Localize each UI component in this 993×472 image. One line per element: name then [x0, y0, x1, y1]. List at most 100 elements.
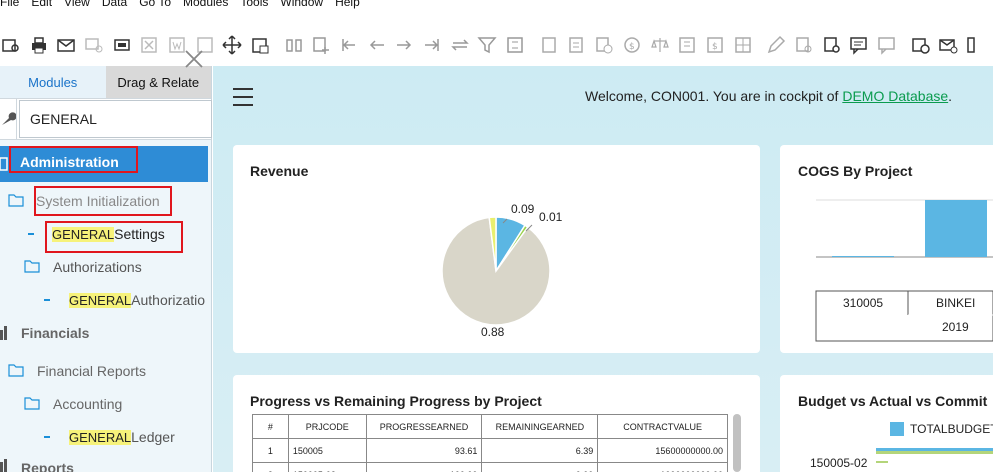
payment-means-icon[interactable]: $	[621, 34, 643, 56]
legend-label: TOTALBUDGET	[910, 422, 993, 436]
help-icon[interactable]	[965, 34, 987, 56]
financials-icon	[0, 324, 10, 343]
activity-icon[interactable]	[910, 34, 932, 56]
wrench-icon[interactable]	[0, 98, 17, 140]
menu-modules[interactable]: Modules	[183, 0, 236, 9]
balance-icon[interactable]	[649, 34, 671, 56]
layout-icon[interactable]	[732, 34, 754, 56]
first-record-icon[interactable]	[338, 34, 360, 56]
folder-icon	[24, 259, 40, 276]
journal-icon[interactable]	[676, 34, 698, 56]
refresh-icon[interactable]	[449, 34, 471, 56]
messages-icon[interactable]	[848, 34, 870, 56]
folder-icon	[8, 363, 24, 380]
gross-profit-icon[interactable]: $	[704, 34, 726, 56]
target-document-icon[interactable]	[566, 34, 588, 56]
base-document-icon[interactable]	[538, 34, 560, 56]
column-header-progressearned[interactable]: PROGRESSEARNED	[365, 414, 483, 439]
tree-item-financial-reports[interactable]: Financial Reports	[8, 358, 146, 384]
revenue-pie-chart: 0.09 0.01 0.88	[441, 202, 563, 339]
move-icon[interactable]	[222, 34, 244, 56]
table-row[interactable]: 2 150005-02 100.00 0.00 1000000000.00	[252, 462, 728, 472]
database-link[interactable]: DEMO Database	[842, 88, 948, 104]
column-header-contractvalue[interactable]: CONTRACTVALUE	[597, 414, 728, 439]
menu-view[interactable]: View	[64, 0, 98, 9]
tree-label-financial-reports: Financial Reports	[37, 363, 146, 379]
edit-icon[interactable]	[765, 34, 787, 56]
menu-tools[interactable]: Tools	[240, 0, 276, 9]
tree-item-accounting[interactable]: Accounting	[24, 391, 122, 417]
table-header-row: # PRJCODE PROGRESSEARNED REMAININGEARNED…	[252, 414, 728, 439]
tree-label-reports: Reports	[21, 460, 74, 472]
category-label: 310005	[843, 296, 883, 310]
column-header-remainingearned[interactable]: REMAININGEARNED	[481, 414, 599, 439]
column-header-index[interactable]: #	[252, 414, 289, 439]
tree-item-financials[interactable]: Financials	[0, 320, 89, 346]
tab-modules[interactable]: Modules	[0, 66, 106, 98]
tree-label-general-authorizations-highlight: GENERAL	[69, 292, 132, 308]
dash-icon	[44, 299, 50, 301]
table-scrollbar[interactable]	[733, 414, 741, 472]
menu-data[interactable]: Data	[102, 0, 135, 9]
menu-edit[interactable]: Edit	[31, 0, 60, 9]
tree-label-general-authorizations: Authorizatio	[131, 292, 206, 308]
email-icon[interactable]	[55, 34, 77, 56]
group-label: 2019	[942, 320, 969, 334]
column-header-prjcode[interactable]: PRJCODE	[287, 414, 367, 439]
progress-table-wrapper: # PRJCODE PROGRESSEARNED REMAININGEARNED…	[252, 414, 728, 472]
alerts-icon[interactable]	[876, 34, 898, 56]
bar-310005[interactable]	[832, 256, 894, 257]
welcome-suffix: .	[948, 88, 953, 104]
menu-goto[interactable]: Go To	[139, 0, 179, 9]
table-cell: 0.00	[481, 462, 599, 472]
progress-table: # PRJCODE PROGRESSEARNED REMAININGEARNED…	[252, 414, 728, 472]
pie-data-label: 0.01	[539, 210, 563, 224]
form-settings-icon[interactable]	[821, 34, 843, 56]
sort-icon[interactable]	[504, 34, 526, 56]
settings-form-icon[interactable]	[793, 34, 815, 56]
excel-icon	[138, 34, 160, 56]
category-label: BINKEI	[936, 296, 975, 310]
module-search-input[interactable]	[19, 100, 212, 138]
tree-item-authorizations[interactable]: Authorizations	[24, 254, 142, 280]
tab-drag-relate[interactable]: Drag & Relate	[105, 66, 211, 98]
table-row[interactable]: 1 150005 93.61 6.39 15600000000.00	[252, 438, 728, 463]
sms-icon	[83, 34, 105, 56]
folder-icon	[8, 193, 24, 210]
last-record-icon[interactable]	[421, 34, 443, 56]
inbox-icon[interactable]	[937, 34, 959, 56]
close-icon[interactable]	[184, 49, 204, 69]
tree-label-accounting: Accounting	[53, 396, 123, 412]
table-cell: 1000000000.00	[597, 462, 728, 472]
table-cell: 15600000000.00	[597, 438, 728, 463]
highlight-box-system-initialization	[34, 186, 172, 216]
pie-data-label: 0.88	[481, 325, 505, 339]
lock-form-icon[interactable]	[249, 34, 271, 56]
previous-record-icon[interactable]	[366, 34, 388, 56]
welcome-message: Welcome, CON001. You are in cockpit of D…	[585, 88, 952, 104]
menu-file[interactable]: File	[0, 0, 27, 9]
print-preview-icon[interactable]	[0, 34, 22, 56]
actual-bar	[876, 451, 993, 454]
print-icon[interactable]	[28, 34, 50, 56]
fax-icon[interactable]	[111, 34, 133, 56]
menu-help[interactable]: Help	[335, 0, 368, 9]
tree-item-general-ledger[interactable]: GENERAL Ledger	[44, 424, 175, 450]
filter-icon[interactable]	[477, 34, 499, 56]
document-info-icon[interactable]	[593, 34, 615, 56]
progress-title: Progress vs Remaining Progress by Projec…	[250, 393, 542, 409]
commit-bar	[876, 461, 888, 463]
add-icon[interactable]	[310, 34, 332, 56]
menu-window[interactable]: Window	[280, 0, 331, 9]
table-cell: 2	[252, 462, 289, 472]
budget-title: Budget vs Actual vs Commit	[798, 393, 988, 409]
find-icon[interactable]	[283, 34, 305, 56]
next-record-icon[interactable]	[394, 34, 416, 56]
dash-icon	[44, 436, 50, 438]
tree-item-general-authorizations[interactable]: GENERAL Authorizatio	[44, 287, 210, 313]
dash-icon	[28, 233, 34, 235]
tree-item-reports[interactable]: Reports	[0, 458, 74, 472]
tree-label-financials: Financials	[21, 325, 90, 341]
menu-icon[interactable]	[232, 86, 254, 108]
bar-BINKEI[interactable]	[925, 200, 987, 257]
